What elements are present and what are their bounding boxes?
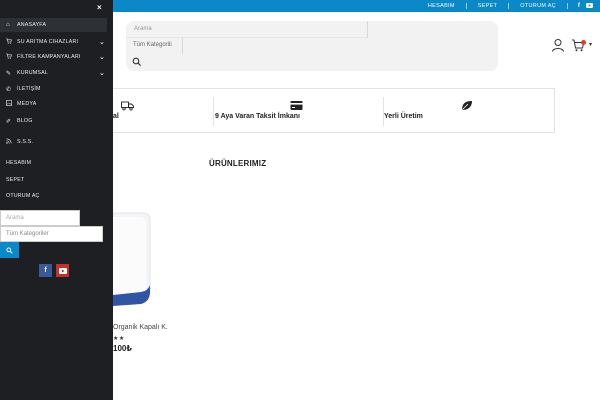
cart-badge [581, 40, 586, 45]
menu-item-contact[interactable]: ✆ İLETİŞİM [0, 82, 107, 96]
drawer-search-button[interactable] [0, 242, 19, 258]
cart-icon [6, 53, 17, 61]
drawer-search-input[interactable]: Arama [0, 210, 80, 226]
chevron-down-icon[interactable]: ⌄ [99, 69, 107, 77]
drawer-link-login[interactable]: OTURUM AÇ [6, 193, 40, 199]
top-links: HESABIM SEPET OTURUM AÇ f [417, 0, 594, 12]
search-divider [126, 37, 367, 38]
search-icon[interactable] [132, 57, 142, 67]
search-icon [6, 246, 13, 254]
menu-item-media[interactable]: MEDYA [0, 97, 107, 111]
menu-item-filter-campaigns[interactable]: FİLTRE KAMPANYALARI ⌄ [0, 50, 107, 64]
menu-item-label: SU ARITMA CIHAZLARI [17, 39, 79, 45]
side-drawer: × ⌂ ANASAYFA SU ARITMA CIHAZLARI ⌄ FİLTR… [0, 0, 113, 400]
home-icon: ⌂ [6, 22, 10, 28]
product-name[interactable]: Organik Kapalı K. [113, 324, 168, 331]
menu-item-corporate[interactable]: ✎ KURUMSAL ⌄ [0, 66, 107, 80]
search-divider [182, 38, 183, 54]
facebook-icon[interactable]: f [39, 264, 52, 277]
cart-icon [6, 38, 17, 46]
top-link-login[interactable]: OTURUM AÇ [509, 3, 567, 9]
menu-item-water-purifiers[interactable]: SU ARITMA CIHAZLARI ⌄ [0, 35, 107, 49]
menu-item-blog[interactable]: ✐ BLOG [0, 114, 107, 128]
feature-label-local: Yerli Üretim [384, 113, 423, 120]
search-input[interactable]: Arama [134, 26, 152, 32]
section-title: ÜRÜNLERIMIZ [209, 159, 267, 168]
top-link-account[interactable]: HESABIM [417, 3, 466, 9]
feature-label-shipping: al [113, 113, 119, 120]
youtube-icon[interactable] [584, 2, 594, 10]
drawer-link-cart[interactable]: SEPET [6, 177, 24, 183]
user-icon[interactable] [551, 38, 565, 52]
truck-icon [121, 101, 134, 111]
product-price: 100₺ [113, 344, 132, 353]
phone-icon: ✆ [6, 86, 12, 93]
feature-strip: al 9 Aya Varan Taksit İmkanı Yerli Üreti… [113, 88, 555, 133]
facebook-icon[interactable]: f [574, 3, 584, 9]
youtube-icon[interactable] [56, 264, 69, 277]
drawer-category-select[interactable]: Tüm Kategoriler [0, 226, 103, 242]
menu-item-label: FİLTRE KAMPANYALARI [17, 54, 81, 60]
top-link-cart[interactable]: SEPET [467, 3, 509, 9]
credit-card-icon [290, 101, 303, 110]
pencil-icon: ✐ [6, 118, 12, 125]
feature-label-installment: 9 Aya Varan Taksit İmkanı [215, 113, 300, 120]
chevron-down-icon[interactable]: ⌄ [99, 38, 107, 46]
search-divider [367, 21, 368, 38]
menu-item-faq[interactable]: S.S.S. [0, 135, 107, 149]
feature-divider [213, 97, 214, 126]
chevron-down-icon[interactable]: ▾ [589, 41, 592, 48]
search-box: Arama Tüm Kategorili [126, 21, 498, 71]
leaf-icon [461, 101, 472, 111]
close-icon[interactable]: × [97, 3, 102, 12]
image-icon [6, 100, 17, 108]
top-link-separator [567, 3, 568, 9]
menu-item-label: BLOG [17, 118, 33, 124]
product-image[interactable] [113, 205, 153, 307]
category-select[interactable]: Tüm Kategorili [133, 42, 172, 48]
product-rating: ★★ [113, 336, 125, 342]
menu-item-home[interactable]: ⌂ ANASAYFA [0, 18, 107, 32]
menu-item-label: ANASAYFA [17, 22, 47, 28]
menu-item-label: MEDYA [17, 101, 37, 107]
drawer-link-account[interactable]: HESABIM [6, 160, 31, 166]
rss-icon [6, 138, 17, 146]
feature-divider [383, 97, 384, 126]
menu-item-label: İLETİŞİM [17, 86, 41, 92]
pin-icon: ✎ [6, 70, 12, 77]
chevron-down-icon[interactable]: ⌄ [99, 53, 107, 61]
menu-item-label: S.S.S. [17, 139, 34, 145]
menu-item-label: KURUMSAL [17, 70, 49, 76]
